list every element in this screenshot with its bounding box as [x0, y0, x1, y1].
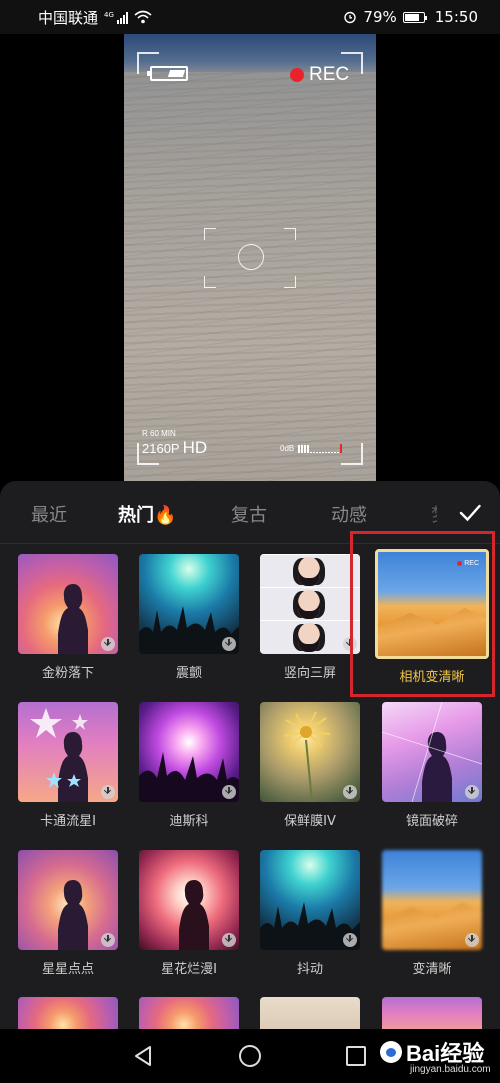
- download-icon[interactable]: [465, 785, 479, 799]
- effect-thumbnail: [382, 997, 482, 1029]
- effect-item[interactable]: 保鲜膜IV: [260, 702, 360, 829]
- effect-thumbnail: [18, 997, 118, 1029]
- effect-thumbnail: REC: [375, 549, 489, 659]
- rec-dot-icon: [290, 68, 304, 82]
- alarm-icon: [344, 11, 357, 24]
- effect-item[interactable]: 卡通流星I: [18, 702, 118, 829]
- silhouette-icon: [179, 880, 209, 950]
- rec-indicator: REC: [290, 64, 349, 86]
- audio-level-icon: [298, 444, 343, 453]
- clock: 15:50: [434, 8, 478, 26]
- effect-label: 竖向三屏: [283, 666, 336, 681]
- home-icon[interactable]: [239, 1045, 261, 1067]
- video-preview[interactable]: REC R 60 MIN 2160P HD 0dB: [124, 34, 376, 481]
- focus-reticle-icon: [204, 228, 296, 288]
- record-info: R 60 MIN: [142, 429, 176, 438]
- tab-dream[interactable]: 梦: [431, 501, 437, 527]
- effect-label: 保鲜膜IV: [284, 814, 336, 829]
- download-icon[interactable]: [222, 785, 236, 799]
- effect-item-selected[interactable]: REC 相机变清晰: [375, 549, 489, 685]
- wifi-icon: [134, 10, 152, 24]
- download-icon[interactable]: [343, 785, 357, 799]
- effect-item[interactable]: 迪斯科: [139, 702, 239, 829]
- download-icon[interactable]: [343, 637, 357, 651]
- effect-item[interactable]: 镜面破碎: [382, 702, 482, 829]
- effect-item[interactable]: 抖动: [260, 850, 360, 977]
- effect-label: 迪斯科: [169, 814, 209, 829]
- tab-recent[interactable]: 最近: [31, 501, 67, 527]
- watermark-url: jingyan.baidu.com: [410, 1064, 491, 1075]
- effect-item[interactable]: 星星点点: [18, 850, 118, 977]
- effect-item[interactable]: [260, 997, 360, 1029]
- effect-item[interactable]: [382, 997, 482, 1029]
- status-bar: 中国联通 4G 79% 15:50: [0, 0, 500, 34]
- effect-thumbnail: [139, 850, 239, 950]
- silhouette-icon: [58, 880, 88, 950]
- paw-icon: [380, 1041, 402, 1063]
- effect-label: 金粉落下: [41, 666, 94, 681]
- recent-apps-icon[interactable]: [346, 1046, 366, 1066]
- camera-battery-icon: [147, 66, 188, 81]
- effect-item[interactable]: 金粉落下: [18, 554, 118, 681]
- effect-label: 星星点点: [41, 962, 94, 977]
- download-icon[interactable]: [222, 933, 236, 947]
- silhouette-icon: [58, 584, 88, 654]
- tab-retro[interactable]: 复古: [231, 501, 267, 527]
- effect-item[interactable]: 星花烂漫I: [139, 850, 239, 977]
- effect-thumbnail: [260, 850, 360, 950]
- download-icon[interactable]: [343, 933, 357, 947]
- confirm-check-icon[interactable]: [458, 501, 482, 525]
- effect-thumbnail: [18, 702, 118, 802]
- effect-thumbnail: [260, 554, 360, 654]
- effect-thumbnail: [18, 850, 118, 950]
- effect-item[interactable]: 震颤: [139, 554, 239, 681]
- download-icon[interactable]: [101, 785, 115, 799]
- effect-item[interactable]: 竖向三屏: [260, 554, 360, 681]
- battery-icon: [402, 11, 427, 23]
- effect-thumbnail: [139, 997, 239, 1029]
- resolution-label: 2160P HD: [142, 438, 208, 457]
- rec-mini-icon: REC: [457, 560, 479, 567]
- effect-label: 相机变清晰: [399, 670, 465, 685]
- tab-hot[interactable]: 热门🔥: [118, 501, 176, 527]
- effect-label: 镜面破碎: [405, 814, 458, 829]
- download-icon[interactable]: [101, 933, 115, 947]
- effect-thumbnail: [260, 702, 360, 802]
- category-tabs: 最近 热门🔥 复古 动感 梦: [0, 481, 500, 544]
- effect-thumbnail: [139, 702, 239, 802]
- effect-thumbnail: [382, 702, 482, 802]
- download-icon[interactable]: [222, 637, 236, 651]
- effect-item[interactable]: 变清晰: [382, 850, 482, 977]
- effect-label: 震颤: [175, 666, 202, 681]
- audio-meter: 0dB: [280, 444, 343, 453]
- signal-icon: 4G: [104, 11, 128, 24]
- effect-label: 星花烂漫I: [161, 962, 217, 977]
- effect-item[interactable]: [139, 997, 239, 1029]
- effect-label: 变清晰: [412, 962, 452, 977]
- effect-thumbnail: [18, 554, 118, 654]
- effect-thumbnail: [139, 554, 239, 654]
- effect-label: 抖动: [296, 962, 323, 977]
- download-icon[interactable]: [101, 637, 115, 651]
- battery-percent: 79%: [363, 8, 397, 26]
- effect-item[interactable]: [18, 997, 118, 1029]
- download-icon[interactable]: [465, 933, 479, 947]
- effects-panel: 最近 热门🔥 复古 动感 梦 金粉落下 震颤: [0, 481, 500, 1029]
- effect-label: 卡通流星I: [40, 814, 96, 829]
- effect-thumbnail: [260, 997, 360, 1029]
- carrier-label: 中国联通: [38, 8, 99, 27]
- tab-dynamic[interactable]: 动感: [331, 501, 367, 527]
- back-icon[interactable]: [133, 1045, 153, 1067]
